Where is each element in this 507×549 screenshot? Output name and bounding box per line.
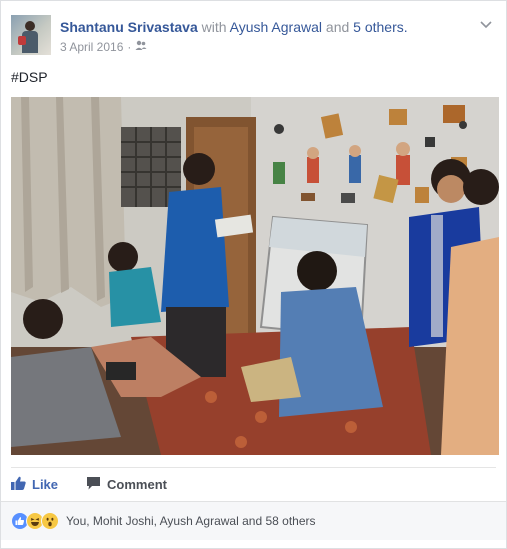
author-avatar[interactable] [11, 15, 51, 55]
tagged-others-link[interactable]: 5 others. [353, 19, 407, 35]
reactions-summary[interactable]: You, Mohit Joshi, Ayush Agrawal and 58 o… [1, 501, 506, 540]
post-names: Shantanu Srivastava with Ayush Agrawal a… [60, 19, 408, 35]
post-meta: 3 April 2016 · [60, 40, 147, 54]
author-name-link[interactable]: Shantanu Srivastava [60, 19, 198, 35]
post-actions-bar: Like Comment [11, 467, 496, 500]
post-date-link[interactable]: 3 April 2016 [60, 40, 123, 54]
tagged-friend-link[interactable]: Ayush Agrawal [230, 19, 322, 35]
post-text: #DSP [11, 69, 48, 85]
speech-bubble-icon [86, 476, 101, 493]
and-text: and [325, 19, 350, 35]
comment-label: Comment [107, 476, 167, 492]
comment-button[interactable]: Comment [86, 476, 167, 493]
like-label: Like [32, 476, 59, 492]
feed-post: Shantanu Srivastava with Ayush Agrawal a… [0, 0, 507, 549]
avatar-bag [18, 36, 26, 45]
reactions-text[interactable]: You, Mohit Joshi, Ayush Agrawal and 58 o… [66, 514, 316, 528]
chevron-down-icon[interactable] [478, 17, 494, 33]
thumbs-up-icon [11, 476, 26, 493]
post-header: Shantanu Srivastava with Ayush Agrawal a… [11, 15, 496, 59]
meta-separator: · [127, 40, 132, 54]
wow-reaction-icon[interactable] [41, 512, 59, 530]
friends-icon[interactable] [135, 40, 147, 54]
avatar-head [25, 21, 35, 31]
like-button[interactable]: Like [11, 476, 58, 493]
reaction-icons [11, 512, 59, 530]
with-text: with [201, 19, 227, 35]
post-photo[interactable] [11, 97, 499, 455]
